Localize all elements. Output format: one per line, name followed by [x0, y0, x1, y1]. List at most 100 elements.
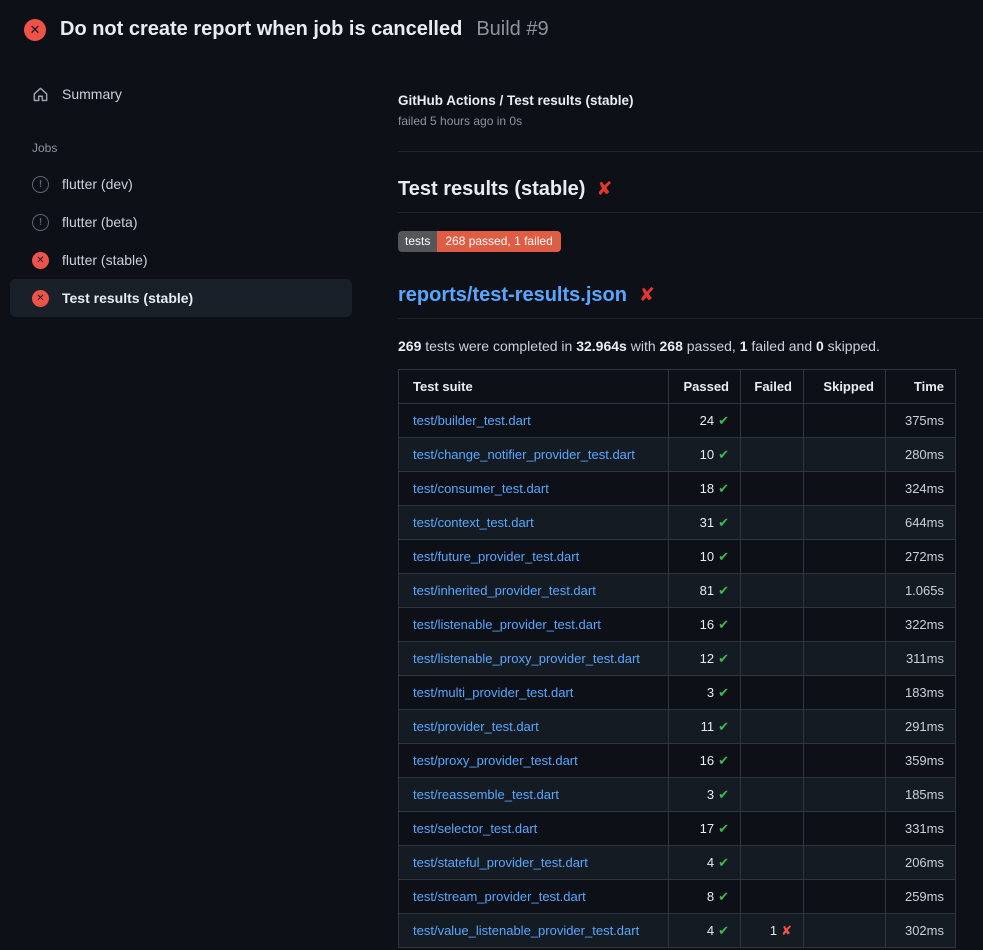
table-row: test/proxy_provider_test.dart 16✔ 359ms — [399, 744, 956, 778]
failed-cell — [741, 608, 804, 642]
report-file-heading[interactable]: reports/test-results.json ✘ — [398, 284, 983, 319]
check-icon: ✔ — [718, 889, 729, 904]
check-icon: ✔ — [718, 549, 729, 564]
passed-cell: 3✔ — [669, 676, 741, 710]
run-failed-icon: ✕ — [24, 19, 46, 41]
failed-cell — [741, 540, 804, 574]
col-skipped: Skipped — [804, 370, 886, 404]
table-row: test/multi_provider_test.dart 3✔ 183ms — [399, 676, 956, 710]
skipped-cell — [804, 472, 886, 506]
skipped-cell — [804, 642, 886, 676]
summary-duration: 32.964s — [576, 338, 627, 354]
sidebar-item-flutter-stable[interactable]: ✕ flutter (stable) — [10, 241, 352, 279]
test-suite-link[interactable]: test/multi_provider_test.dart — [413, 685, 573, 700]
table-row: test/listenable_proxy_provider_test.dart… — [399, 642, 956, 676]
test-suite-link[interactable]: test/proxy_provider_test.dart — [413, 753, 578, 768]
table-row: test/change_notifier_provider_test.dart … — [399, 438, 956, 472]
table-row: test/provider_test.dart 11✔ 291ms — [399, 710, 956, 744]
summary-text: failed and — [748, 338, 817, 354]
passed-cell: 16✔ — [669, 608, 741, 642]
test-suite-link[interactable]: test/consumer_test.dart — [413, 481, 549, 496]
sidebar-item-flutter-beta[interactable]: ! flutter (beta) — [10, 203, 352, 241]
test-suite-link[interactable]: test/context_test.dart — [413, 515, 534, 530]
passed-cell: 18✔ — [669, 472, 741, 506]
check-icon: ✔ — [718, 821, 729, 836]
sidebar-item-test-results-stable[interactable]: ✕ Test results (stable) — [10, 279, 352, 317]
passed-cell: 4✔ — [669, 914, 741, 948]
failed-cell — [741, 506, 804, 540]
summary-skipped: 0 — [816, 338, 824, 354]
skipped-cell — [804, 540, 886, 574]
test-suite-link[interactable]: test/inherited_provider_test.dart — [413, 583, 596, 598]
summary-total: 269 — [398, 338, 421, 354]
skipped-cell — [804, 574, 886, 608]
fail-x-icon: ✘ — [781, 923, 792, 938]
test-suite-link[interactable]: test/selector_test.dart — [413, 821, 537, 836]
sidebar-item-flutter-dev[interactable]: ! flutter (dev) — [10, 165, 352, 203]
time-cell: 206ms — [886, 846, 956, 880]
col-passed: Passed — [669, 370, 741, 404]
test-suite-link[interactable]: test/listenable_provider_test.dart — [413, 617, 601, 632]
skipped-cell — [804, 676, 886, 710]
test-suite-link[interactable]: test/future_provider_test.dart — [413, 549, 579, 564]
cancelled-icon: ! — [32, 214, 49, 231]
check-icon: ✔ — [718, 651, 729, 666]
time-cell: 644ms — [886, 506, 956, 540]
home-icon — [32, 86, 49, 103]
test-suite-link[interactable]: test/reassemble_test.dart — [413, 787, 559, 802]
test-suite-link[interactable]: test/listenable_proxy_provider_test.dart — [413, 651, 640, 666]
time-cell: 183ms — [886, 676, 956, 710]
summary-failed: 1 — [740, 338, 748, 354]
test-suite-link[interactable]: test/builder_test.dart — [413, 413, 531, 428]
badge-label: tests — [398, 231, 437, 252]
passed-cell: 10✔ — [669, 438, 741, 472]
sidebar: Summary Jobs ! flutter (dev) ! flutter (… — [0, 57, 388, 317]
summary-line: 269 tests were completed in 32.964s with… — [398, 338, 983, 354]
table-row: test/stateful_provider_test.dart 4✔ 206m… — [399, 846, 956, 880]
passed-cell: 16✔ — [669, 744, 741, 778]
header-divider — [398, 151, 983, 152]
time-cell: 302ms — [886, 914, 956, 948]
test-suite-link[interactable]: test/provider_test.dart — [413, 719, 539, 734]
skipped-cell — [804, 744, 886, 778]
sidebar-item-summary[interactable]: Summary — [10, 75, 352, 113]
test-suite-link[interactable]: test/stream_provider_test.dart — [413, 889, 586, 904]
passed-cell: 17✔ — [669, 812, 741, 846]
test-results-table: Test suite Passed Failed Skipped Time te… — [398, 369, 956, 948]
passed-cell: 81✔ — [669, 574, 741, 608]
summary-text: tests were completed in — [421, 338, 576, 354]
passed-cell: 8✔ — [669, 880, 741, 914]
table-row: test/value_listenable_provider_test.dart… — [399, 914, 956, 948]
table-header-row: Test suite Passed Failed Skipped Time — [399, 370, 956, 404]
failed-cell — [741, 710, 804, 744]
failed-cell — [741, 778, 804, 812]
check-icon: ✔ — [718, 481, 729, 496]
report-file-link[interactable]: reports/test-results.json — [398, 284, 627, 307]
table-row: test/future_provider_test.dart 10✔ 272ms — [399, 540, 956, 574]
test-suite-link[interactable]: test/stateful_provider_test.dart — [413, 855, 588, 870]
tests-badge: tests 268 passed, 1 failed — [398, 231, 561, 252]
passed-cell: 4✔ — [669, 846, 741, 880]
check-icon: ✔ — [718, 617, 729, 632]
time-cell: 331ms — [886, 812, 956, 846]
table-row: test/consumer_test.dart 18✔ 324ms — [399, 472, 956, 506]
sidebar-item-label: flutter (beta) — [62, 214, 137, 230]
test-suite-link[interactable]: test/change_notifier_provider_test.dart — [413, 447, 635, 462]
check-icon: ✔ — [718, 515, 729, 530]
check-icon: ✔ — [718, 583, 729, 598]
sidebar-item-label: Test results (stable) — [62, 290, 193, 306]
summary-passed: 268 — [660, 338, 683, 354]
test-table-body: test/builder_test.dart 24✔ 375ms test/ch… — [399, 404, 956, 948]
jobs-heading: Jobs — [32, 141, 388, 155]
table-row: test/stream_provider_test.dart 8✔ 259ms — [399, 880, 956, 914]
skipped-cell — [804, 438, 886, 472]
check-icon: ✔ — [718, 413, 729, 428]
passed-cell: 12✔ — [669, 642, 741, 676]
skipped-cell — [804, 880, 886, 914]
sidebar-item-label: flutter (stable) — [62, 252, 148, 268]
test-suite-link[interactable]: test/value_listenable_provider_test.dart — [413, 923, 639, 938]
cross-mark-icon: ✘ — [639, 286, 655, 305]
failed-cell — [741, 438, 804, 472]
failed-cell — [741, 846, 804, 880]
table-row: test/listenable_provider_test.dart 16✔ 3… — [399, 608, 956, 642]
